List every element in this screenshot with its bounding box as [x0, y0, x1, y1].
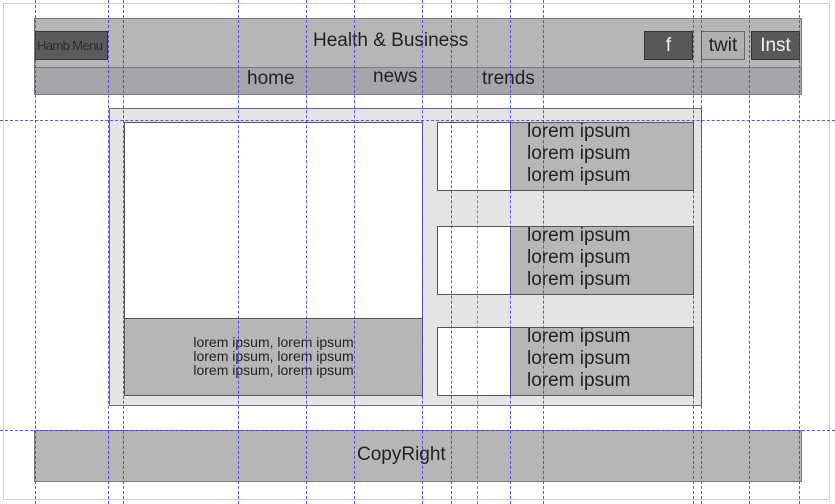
card-text: lorem ipsum lorem ipsum lorem ipsum	[527, 225, 630, 291]
main-nav: home news trends	[34, 66, 802, 95]
card-line: lorem ipsum	[527, 165, 631, 186]
article-card[interactable]: lorem ipsum lorem ipsum lorem ipsum	[437, 326, 694, 396]
site-title: Health & Business	[313, 30, 469, 51]
hero-article[interactable]: lorem ipsum, lorem ipsum lorem ipsum, lo…	[124, 122, 423, 396]
hero-caption-line: lorem ipsum, lorem ipsum	[193, 334, 354, 350]
card-line: lorem ipsum	[527, 370, 631, 391]
nav-item-news[interactable]: news	[373, 66, 417, 88]
card-line: lorem ipsum	[527, 269, 631, 290]
site-header: Hamb Menu Health & Business f twit Inst	[34, 18, 802, 68]
content-area: lorem ipsum, lorem ipsum lorem ipsum, lo…	[109, 108, 702, 406]
card-line: lorem ipsum	[527, 225, 631, 246]
card-text: lorem ipsum lorem ipsum lorem ipsum	[527, 121, 630, 187]
card-line: lorem ipsum	[527, 143, 631, 164]
card-thumbnail	[438, 227, 511, 294]
site-footer: CopyRight	[34, 430, 802, 482]
card-line: lorem ipsum	[527, 348, 631, 369]
hero-caption-line: lorem ipsum, lorem ipsum	[193, 348, 354, 364]
hero-caption: lorem ipsum, lorem ipsum lorem ipsum, lo…	[125, 318, 422, 395]
card-text: lorem ipsum lorem ipsum lorem ipsum	[527, 326, 630, 392]
copyright-text: CopyRight	[357, 444, 446, 465]
card-line: lorem ipsum	[527, 247, 631, 268]
article-card[interactable]: lorem ipsum lorem ipsum lorem ipsum	[437, 121, 694, 191]
card-line: lorem ipsum	[527, 121, 631, 142]
article-card[interactable]: lorem ipsum lorem ipsum lorem ipsum	[437, 225, 694, 295]
facebook-button[interactable]: f	[644, 31, 693, 60]
nav-item-home[interactable]: home	[247, 68, 295, 90]
instagram-button[interactable]: Inst	[751, 31, 800, 60]
card-line: lorem ipsum	[527, 326, 631, 347]
card-thumbnail	[438, 328, 511, 395]
nav-item-trends[interactable]: trends	[482, 68, 535, 90]
card-thumbnail	[438, 123, 511, 190]
twitter-button[interactable]: twit	[701, 31, 745, 60]
hamburger-menu-button[interactable]: Hamb Menu	[35, 31, 108, 60]
hero-caption-line: lorem ipsum, lorem ipsum	[193, 362, 354, 378]
